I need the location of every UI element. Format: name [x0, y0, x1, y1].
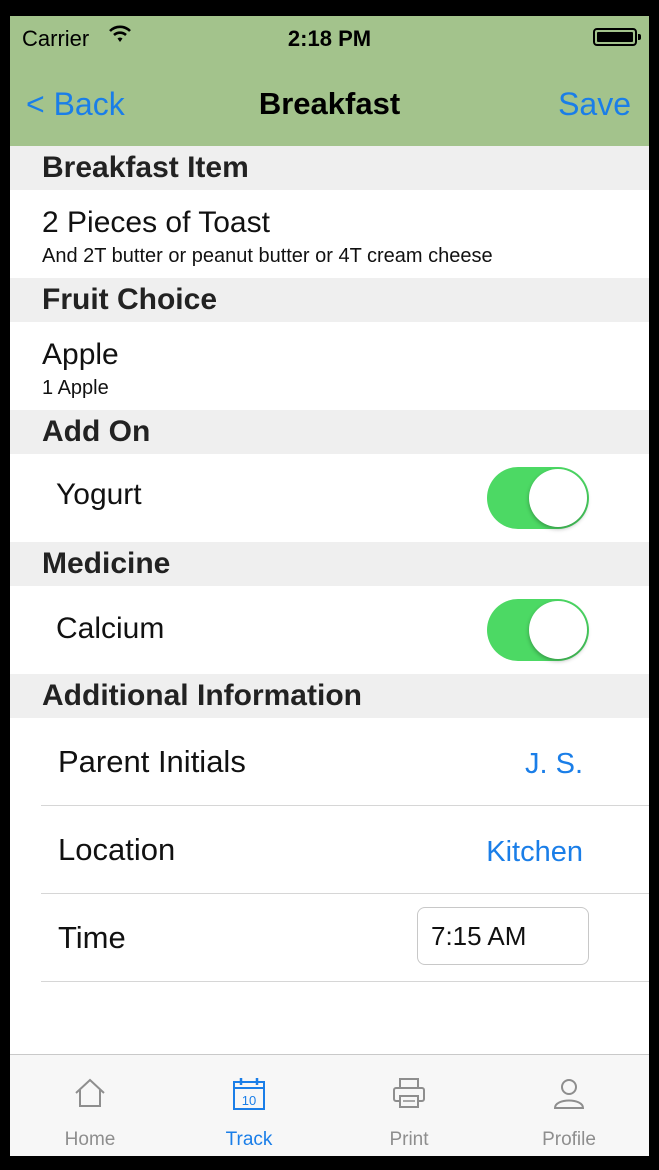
calcium-toggle[interactable]	[487, 599, 589, 661]
section-header-add-on: Add On	[10, 410, 649, 454]
fruit-choice-subtitle: 1 Apple	[42, 377, 109, 399]
time-field[interactable]: 7:15 AM	[417, 907, 589, 965]
tab-home[interactable]: Home	[10, 1055, 170, 1156]
status-bar: Carrier 2:18 PM	[10, 16, 649, 60]
section-header-additional-info: Additional Information	[10, 674, 649, 718]
breakfast-item-title: 2 Pieces of Toast	[42, 206, 270, 239]
parent-initials-row[interactable]: Parent Initials J. S.	[10, 718, 649, 806]
yogurt-label: Yogurt	[56, 478, 142, 511]
save-button[interactable]: Save	[558, 86, 631, 123]
location-value[interactable]: Kitchen	[486, 836, 583, 869]
calendar-icon: 10	[233, 1078, 265, 1110]
tab-profile-label: Profile	[542, 1129, 596, 1150]
breakfast-item-cell[interactable]: 2 Pieces of Toast And 2T butter or peanu…	[10, 190, 649, 278]
tab-home-label: Home	[64, 1129, 116, 1150]
time-row: Time 7:15 AM	[10, 894, 649, 981]
location-row[interactable]: Location Kitchen	[10, 806, 649, 893]
tab-track[interactable]: 10 Track	[169, 1055, 329, 1156]
fruit-choice-title: Apple	[42, 338, 119, 371]
printer-icon	[393, 1078, 425, 1108]
top-bar: Carrier 2:18 PM < Back Breakfast Save	[10, 16, 649, 146]
calcium-label: Calcium	[56, 612, 165, 645]
yogurt-toggle[interactable]	[487, 467, 589, 529]
section-header-medicine: Medicine	[10, 542, 649, 586]
tab-print-label: Print	[389, 1129, 429, 1150]
tab-print[interactable]: Print	[329, 1055, 489, 1156]
parent-initials-value[interactable]: J. S.	[525, 748, 583, 781]
section-header-fruit-choice: Fruit Choice	[10, 278, 649, 322]
person-icon	[553, 1079, 585, 1109]
time-label: Time	[58, 920, 126, 955]
page-title: Breakfast	[258, 86, 401, 121]
svg-text:10: 10	[242, 1093, 256, 1108]
tab-bar: Home 10 Track Print Profile	[10, 1054, 649, 1156]
fruit-choice-cell[interactable]: Apple 1 Apple	[10, 322, 649, 410]
navigation-bar: < Back Breakfast Save	[10, 60, 649, 146]
parent-initials-label: Parent Initials	[58, 744, 246, 779]
status-time: 2:18 PM	[287, 26, 372, 51]
device-frame: Carrier 2:18 PM < Back Breakfast Save Br…	[0, 0, 659, 1170]
home-icon	[75, 1078, 105, 1107]
battery-icon	[593, 28, 641, 46]
yogurt-cell: Yogurt	[10, 454, 649, 542]
location-label: Location	[58, 832, 176, 867]
app-screen: Carrier 2:18 PM < Back Breakfast Save Br…	[10, 16, 649, 1156]
tab-profile[interactable]: Profile	[489, 1055, 649, 1156]
row-separator	[41, 981, 649, 982]
calcium-cell: Calcium	[10, 586, 649, 674]
tab-track-label: Track	[225, 1129, 273, 1150]
breakfast-item-subtitle: And 2T butter or peanut butter or 4T cre…	[42, 245, 493, 267]
section-header-breakfast-item: Breakfast Item	[10, 146, 649, 190]
